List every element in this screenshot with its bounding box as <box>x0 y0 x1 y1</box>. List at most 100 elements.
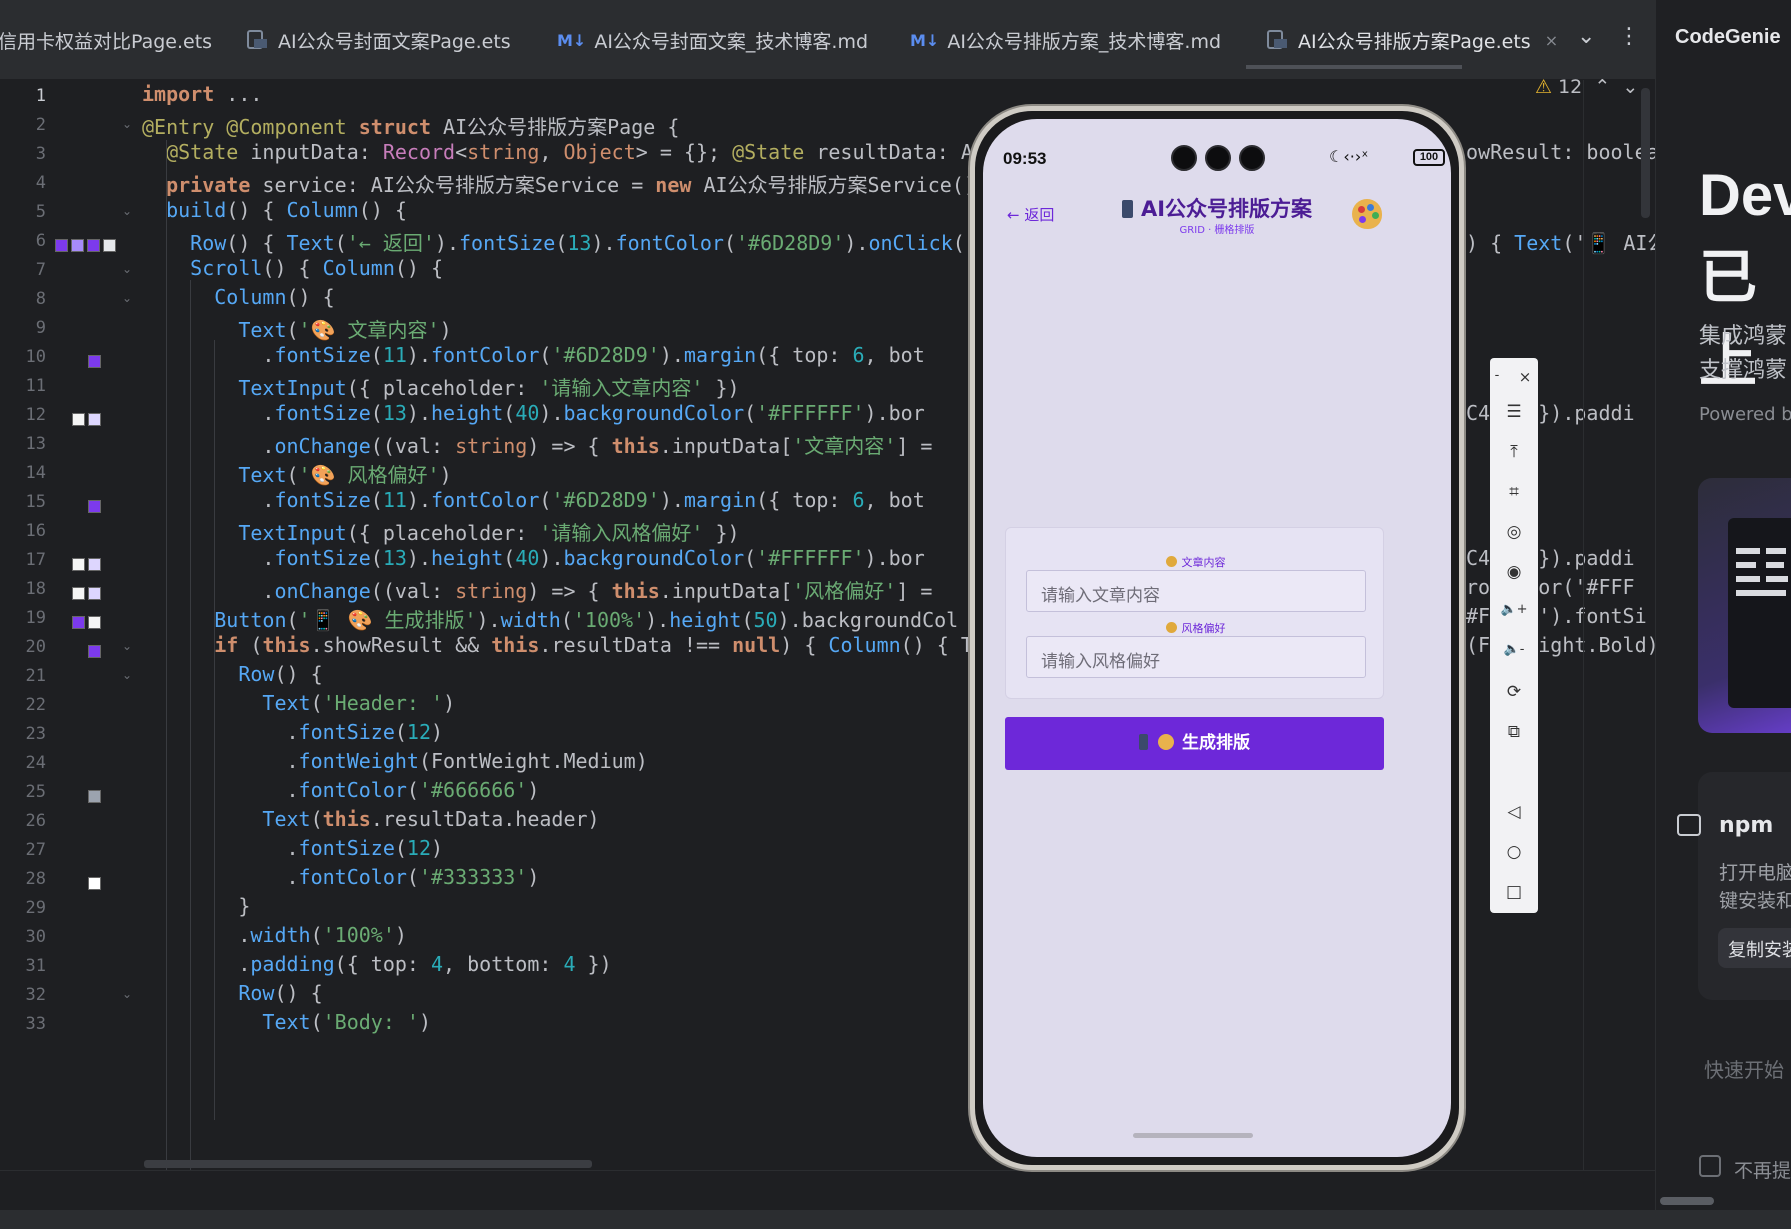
battery-icon: 100 <box>1413 149 1445 166</box>
fold-toggle-icon[interactable]: ⌄ <box>122 668 132 682</box>
copy-install-button[interactable]: 复制安装 <box>1718 928 1791 968</box>
code-line-overflow[interactable]: owResult: boolea <box>1466 140 1655 164</box>
home-indicator[interactable] <box>1133 1133 1253 1138</box>
code-line[interactable]: Text('🎨 文章内容') <box>142 314 1022 343</box>
no-remind-checkbox[interactable] <box>1699 1155 1721 1177</box>
panel-subtitle-line2: 支撑鸿蒙 <box>1699 358 1788 383</box>
color-swatch-gutter[interactable] <box>88 641 104 660</box>
fold-toggle-icon[interactable]: ⌄ <box>122 987 132 1001</box>
tab-cover-copy-blog-md[interactable]: M↓ AI公众号封面文案_技术博客.md <box>557 0 868 80</box>
code-line[interactable]: .fontSize(13).height(40).backgroundColor… <box>142 401 1022 425</box>
editor-vertical-scrollbar[interactable] <box>1641 88 1650 218</box>
color-swatch-gutter[interactable] <box>88 496 104 515</box>
code-line[interactable]: .fontColor('#333333') <box>142 865 1022 889</box>
code-line[interactable]: private service: AI公众号排版方案Service = new … <box>142 169 1022 198</box>
record-icon[interactable]: ◉ <box>1490 562 1538 582</box>
code-line[interactable]: Row() { Text('← 返回').fontSize(13).fontCo… <box>142 227 1022 256</box>
fold-toggle-icon[interactable]: ⌄ <box>122 291 132 305</box>
chevron-down-icon[interactable]: ⌄ <box>1577 24 1595 49</box>
fold-toggle-icon[interactable]: ⌄ <box>122 117 132 131</box>
code-line[interactable]: Text('Header: ') <box>142 691 1022 715</box>
color-swatch-gutter[interactable] <box>72 612 104 631</box>
code-line[interactable]: .fontSize(11).fontColor('#6D28D9').margi… <box>142 343 1022 367</box>
editor-bottom-strip <box>0 1170 1655 1210</box>
tab-label: 信用卡权益对比Page.ets <box>0 30 213 53</box>
indent-guide <box>214 340 215 1120</box>
close-icon[interactable]: × <box>1512 368 1538 386</box>
quick-start-input[interactable]: 快速开始 <box>1704 1054 1784 1083</box>
code-line[interactable]: .onChange((val: string) => { this.inputD… <box>142 575 1022 604</box>
volume-down-icon[interactable]: 🔈- <box>1490 642 1538 657</box>
palette-icon <box>1165 622 1177 633</box>
code-line[interactable]: Scroll() { Column() { <box>142 256 1022 280</box>
code-line[interactable]: .fontColor('#666666') <box>142 778 1022 802</box>
phone-screen[interactable]: 09:53 ☾‹·›ˣ 100 ← 返回 AI公众号排版方案 GRID · 栅格… <box>983 119 1451 1157</box>
multi-window-icon[interactable]: ⧉ <box>1490 722 1538 742</box>
code-line[interactable]: .onChange((val: string) => { this.inputD… <box>142 430 1022 459</box>
code-line[interactable]: .width('100%') <box>142 923 1022 947</box>
code-line[interactable]: .fontSize(12) <box>142 720 1022 744</box>
fold-toggle-icon[interactable]: ⌄ <box>122 262 132 276</box>
crop-icon[interactable]: ⌗ <box>1490 482 1538 502</box>
color-swatch-icon <box>55 239 68 252</box>
preview-card[interactable] <box>1698 478 1791 733</box>
code-line[interactable]: .padding({ top: 4, bottom: 4 }) <box>142 952 1022 976</box>
code-line[interactable]: if (this.showResult && this.resultData !… <box>142 633 1022 657</box>
line-number: 30 <box>25 927 46 947</box>
color-swatch-gutter[interactable] <box>88 873 104 892</box>
fold-toggle-icon[interactable]: ⌄ <box>122 639 132 653</box>
more-vertical-icon[interactable]: ⋮ <box>1618 24 1640 49</box>
home-nav-icon[interactable]: ○ <box>1490 842 1538 862</box>
code-line-overflow[interactable]: ) { Text('📱 AI公 <box>1466 227 1655 256</box>
code-line[interactable]: Text('🎨 风格偏好') <box>142 459 1022 488</box>
code-line[interactable]: build() { Column() { <box>142 198 1022 222</box>
code-line[interactable]: Column() { <box>142 285 1022 309</box>
color-swatch-gutter[interactable] <box>55 235 119 254</box>
code-line[interactable]: TextInput({ placeholder: '请输入风格偏好' }) <box>142 517 1022 546</box>
code-line[interactable]: Row() { <box>142 981 1022 1005</box>
pin-top-icon[interactable]: ⤒ <box>1490 442 1538 462</box>
color-swatch-gutter[interactable] <box>72 583 104 602</box>
color-swatch-gutter[interactable] <box>72 554 104 573</box>
code-line[interactable]: .fontSize(11).fontColor('#6D28D9').margi… <box>142 488 1022 512</box>
color-swatch-gutter[interactable] <box>88 786 104 805</box>
color-swatch-gutter[interactable] <box>88 351 104 370</box>
code-line[interactable]: Button('📱 🎨 生成排版').width('100%').height(… <box>142 604 1022 633</box>
code-line[interactable]: @Entry @Component struct AI公众号排版方案Page { <box>142 111 1022 140</box>
line-number: 13 <box>25 434 46 454</box>
code-line[interactable]: Text('Body: ') <box>142 1010 1022 1034</box>
fold-toggle-icon[interactable]: ⌄ <box>122 204 132 218</box>
rotate-icon[interactable]: ⟳ <box>1490 682 1538 702</box>
tab-layout-plan-blog-md[interactable]: M↓ AI公众号排版方案_技术博客.md <box>910 0 1221 80</box>
line-number: 20 <box>25 637 46 657</box>
code-line[interactable]: Row() { <box>142 662 1022 686</box>
back-nav-icon[interactable]: ◁ <box>1490 802 1538 822</box>
editor-horizontal-scrollbar[interactable] <box>144 1160 592 1168</box>
generate-layout-button[interactable]: 生成排版 <box>1005 717 1384 770</box>
color-swatch-gutter[interactable] <box>72 409 104 428</box>
chevron-up-icon[interactable]: ⌃ <box>1588 76 1610 98</box>
code-line[interactable]: .fontSize(12) <box>142 836 1022 860</box>
warning-icon: ⚠ <box>1535 76 1553 98</box>
recents-nav-icon[interactable]: □ <box>1490 882 1538 902</box>
close-icon[interactable]: × <box>1545 31 1558 50</box>
minimize-icon[interactable]: - <box>1482 368 1512 383</box>
code-line[interactable]: import ... <box>142 82 1022 106</box>
code-line[interactable]: Text(this.resultData.header) <box>142 807 1022 831</box>
screenshot-icon[interactable]: ◎ <box>1490 522 1538 542</box>
menu-icon[interactable]: ☰ <box>1490 402 1538 422</box>
code-line[interactable]: @State inputData: Record<string, Object>… <box>142 140 1022 164</box>
tab-credit-card-page[interactable]: 信用卡权益对比Page.ets <box>0 0 212 80</box>
code-line[interactable]: } <box>142 894 1022 918</box>
chevron-down-icon[interactable]: ⌄ <box>1616 76 1638 98</box>
code-line[interactable]: .fontWeight(FontWeight.Medium) <box>142 749 1022 773</box>
tab-cover-copy-page[interactable]: AI公众号封面文案Page.ets <box>246 0 511 80</box>
code-line[interactable]: .fontSize(13).height(40).backgroundColor… <box>142 546 1022 570</box>
article-content-input[interactable]: 请输入文章内容 <box>1026 570 1366 612</box>
inspection-widget[interactable]: ⚠ 12 ⌃ ⌄ <box>1535 76 1638 98</box>
panel-scrollbar[interactable] <box>1660 1197 1714 1205</box>
code-line[interactable]: TextInput({ placeholder: '请输入文章内容' }) <box>142 372 1022 401</box>
volume-up-icon[interactable]: 🔈+ <box>1490 602 1538 617</box>
style-preference-input[interactable]: 请输入风格偏好 <box>1026 636 1366 678</box>
line-number: 19 <box>25 608 46 628</box>
